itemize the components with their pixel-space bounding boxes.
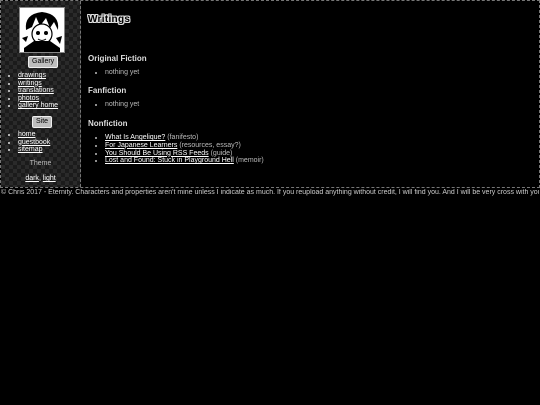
article-link[interactable]: Lost and Found: Stuck in Playground Hell [105,157,234,164]
list-item: nothing yet [105,69,147,77]
article-note: (guide) [210,149,233,157]
link-gallery-home[interactable]: gallery home [18,102,58,109]
link-writings[interactable]: writings [18,80,42,87]
list-item: Lost and Found: Stuck in Playground Hell… [105,157,264,165]
gallery-nav-item: translations [18,87,58,95]
gallery-button[interactable]: Gallery [28,56,59,68]
site-button[interactable]: Site [32,116,53,128]
list-item: You Should Be Using RSS Feeds (guide) [105,150,264,158]
gallery-nav-list: drawings writings translations photos ga… [6,72,58,110]
article-link[interactable]: You Should Be Using RSS Feeds [105,150,209,157]
article-note: (fanifesto) [167,134,199,141]
theme-dark-link[interactable]: dark [25,175,39,182]
theme-label: Theme [29,160,52,167]
avatar [19,7,65,53]
section-fanfiction: Fanfiction nothing yet [88,86,139,109]
theme-light-link[interactable]: light [43,175,56,182]
site-nav-item: sitemap [18,146,50,154]
section-list: nothing yet [88,69,147,77]
gallery-nav-item: gallery home [18,102,58,110]
site-nav-item: home [18,131,50,139]
site-nav-list: home guestbook sitemap [6,131,50,154]
section-nonfiction: Nonfiction What Is Angelique? (fanifesto… [88,119,264,165]
gallery-nav-item: photos [18,95,58,103]
link-translations[interactable]: translations [18,87,54,94]
section-original-fiction: Original Fiction nothing yet [88,54,147,77]
section-list: nothing yet [88,101,139,109]
article-link[interactable]: For Japanese Learners [105,142,177,149]
list-item: For Japanese Learners (resources, essay?… [105,142,264,150]
gallery-nav-item: writings [18,80,58,88]
section-heading: Original Fiction [88,54,147,63]
sidebar: Gallery drawings writings translations p… [1,1,81,187]
link-drawings[interactable]: drawings [18,72,46,79]
main-content: Writings Original Fiction nothing yet Fa… [88,14,528,164]
link-guestbook[interactable]: guestbook [18,139,50,146]
list-item: What Is Angelique? (fanifesto) [105,134,264,142]
manga-character-avatar [20,8,64,52]
theme-switcher: dark, light [1,175,80,182]
section-heading: Fanfiction [88,86,127,95]
page-frame [0,0,540,188]
section-heading: Nonfiction [88,119,128,128]
link-home[interactable]: home [18,131,36,138]
footer-copyright: © Chris 2017 - Eternity. Characters and … [1,189,539,196]
article-note: (resources, essay?) [179,141,241,149]
site-nav-item: guestbook [18,139,50,147]
article-link[interactable]: What Is Angelique? [105,134,165,141]
list-item: nothing yet [105,101,139,109]
gallery-nav-item: drawings [18,72,58,80]
article-note: (memoir) [235,157,264,165]
section-list: What Is Angelique? (fanifesto) For Japan… [88,134,264,165]
page-title: Writings [88,14,131,25]
link-sitemap[interactable]: sitemap [18,146,43,153]
link-photos[interactable]: photos [18,95,39,102]
